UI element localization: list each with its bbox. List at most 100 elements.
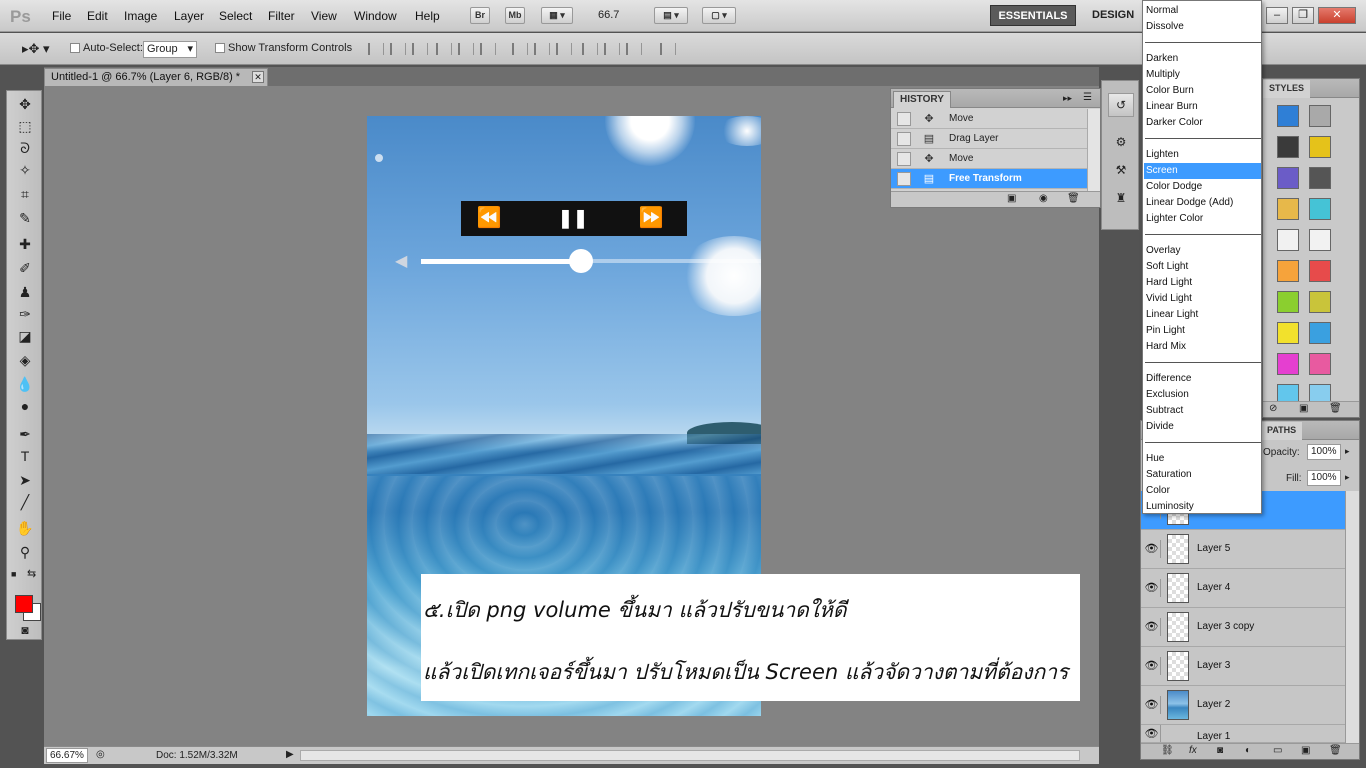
link-layers-icon[interactable]: ⛓	[1161, 745, 1174, 756]
zoom-field[interactable]: 66.67%	[46, 748, 88, 763]
visibility-eye-icon[interactable]: 👁	[1143, 657, 1161, 675]
snapshot-source-checkbox[interactable]	[897, 132, 911, 146]
layer-row[interactable]: 👁 Layer 5	[1141, 530, 1345, 569]
new-document-from-state-icon[interactable]: ▣	[1007, 193, 1016, 204]
restore-icon[interactable]: ❐	[1292, 7, 1314, 24]
blend-mode-option[interactable]: Pin Light	[1144, 323, 1261, 339]
screen-mode-button[interactable]: ▢ ▾	[702, 7, 736, 24]
distribute-right-icon[interactable]	[626, 43, 642, 55]
style-swatch[interactable]	[1309, 291, 1331, 313]
zoom-tool-icon[interactable]: ⚲	[15, 543, 35, 561]
marquee-tool-icon[interactable]: ⬚	[15, 117, 35, 135]
style-swatch[interactable]	[1309, 105, 1331, 127]
distribute-vcenter-icon[interactable]	[534, 43, 550, 55]
fast-forward-icon[interactable]: ⏩	[631, 201, 671, 236]
move-tool-icon[interactable]: ✥	[15, 95, 35, 113]
eyedropper-tool-icon[interactable]: ✎	[15, 209, 35, 227]
layer-row[interactable]: 👁 Layer 2	[1141, 686, 1345, 725]
clone-source-icon[interactable]: ♜	[1108, 187, 1134, 211]
style-swatch[interactable]	[1277, 353, 1299, 375]
blend-mode-option[interactable]: Normal	[1144, 3, 1261, 19]
history-brush-tool-icon[interactable]: ✑	[15, 305, 35, 323]
paint-bucket-tool-icon[interactable]: ◈	[15, 351, 35, 369]
menu-image[interactable]: Image	[124, 9, 157, 23]
pen-tool-icon[interactable]: ✒	[15, 425, 35, 443]
layer-row[interactable]: 👁 Layer 4	[1141, 569, 1345, 608]
layer-row[interactable]: 👁 Layer 3	[1141, 647, 1345, 686]
distribute-hcenter-icon[interactable]	[604, 43, 620, 55]
history-item[interactable]: ✥ Move	[891, 149, 1087, 169]
blend-mode-option[interactable]: Screen	[1144, 163, 1261, 179]
style-swatch[interactable]	[1277, 198, 1299, 220]
distribute-bottom-icon[interactable]	[556, 43, 572, 55]
clear-style-icon[interactable]: ⊘	[1269, 403, 1277, 414]
blend-mode-option[interactable]: Divide	[1144, 419, 1261, 435]
blur-tool-icon[interactable]: 💧	[15, 375, 35, 393]
menu-layer[interactable]: Layer	[174, 9, 204, 23]
swap-colors-icon[interactable]: ⇆	[27, 567, 36, 580]
line-tool-icon[interactable]: ╱	[15, 493, 35, 511]
blend-mode-option[interactable]: Linear Dodge (Add)	[1144, 195, 1261, 211]
foreground-color-swatch[interactable]	[15, 595, 33, 613]
style-swatch[interactable]	[1309, 136, 1331, 158]
snapshot-source-checkbox[interactable]	[897, 112, 911, 126]
distribute-top-icon[interactable]	[512, 43, 528, 55]
blend-mode-option[interactable]: Overlay	[1144, 243, 1261, 259]
trash-icon[interactable]: 🗑	[1067, 193, 1080, 204]
align-bottom-icon[interactable]	[412, 43, 428, 55]
minimize-icon[interactable]: –	[1266, 7, 1288, 24]
visibility-eye-icon[interactable]: 👁	[1143, 579, 1161, 597]
show-transform-checkbox[interactable]	[215, 43, 225, 53]
collapse-icon[interactable]: ▸▸	[1063, 93, 1072, 104]
essentials-workspace-button[interactable]: ESSENTIALS	[990, 5, 1076, 26]
new-group-icon[interactable]: ▭	[1273, 745, 1282, 756]
style-swatch[interactable]	[1277, 105, 1299, 127]
style-swatch[interactable]	[1309, 198, 1331, 220]
status-options-icon[interactable]: ◎	[96, 749, 105, 760]
healing-brush-tool-icon[interactable]: ✚	[15, 235, 35, 253]
tool-presets-icon[interactable]: ⚒	[1108, 159, 1134, 183]
blend-mode-option[interactable]: Lighten	[1144, 147, 1261, 163]
blend-mode-option[interactable]: Saturation	[1144, 467, 1261, 483]
path-selection-tool-icon[interactable]: ➤	[15, 471, 35, 489]
history-panel-icon[interactable]: ↺	[1108, 93, 1134, 117]
blend-mode-option[interactable]: Darken	[1144, 51, 1261, 67]
trash-icon[interactable]: 🗑	[1329, 745, 1342, 756]
horizontal-scrollbar[interactable]	[300, 750, 1080, 761]
new-layer-icon[interactable]: ▣	[1301, 745, 1310, 756]
blend-mode-option[interactable]: Difference	[1144, 371, 1261, 387]
distribute-left-icon[interactable]	[582, 43, 598, 55]
align-top-icon[interactable]	[368, 43, 384, 55]
visibility-eye-icon[interactable]: 👁	[1143, 540, 1161, 558]
style-swatch[interactable]	[1309, 322, 1331, 344]
auto-align-icon[interactable]	[660, 43, 676, 55]
layer-row[interactable]: 👁 Layer 1	[1141, 725, 1345, 743]
style-swatch[interactable]	[1277, 229, 1299, 251]
menu-select[interactable]: Select	[219, 9, 252, 23]
type-tool-icon[interactable]: T	[15, 447, 35, 465]
blend-mode-option[interactable]: Hue	[1144, 451, 1261, 467]
blend-mode-option[interactable]: Hard Mix	[1144, 339, 1261, 355]
visibility-eye-icon[interactable]: 👁	[1143, 696, 1161, 714]
lasso-tool-icon[interactable]: ᘐ	[15, 139, 35, 157]
rewind-icon[interactable]: ⏪	[469, 201, 509, 236]
history-item[interactable]: ✥ Move	[891, 109, 1087, 129]
close-icon[interactable]: ✕	[1318, 7, 1356, 24]
blend-mode-option[interactable]: Color Burn	[1144, 83, 1261, 99]
style-swatch[interactable]	[1277, 167, 1299, 189]
blend-mode-option[interactable]: Soft Light	[1144, 259, 1261, 275]
eraser-tool-icon[interactable]: ◪	[15, 327, 35, 345]
volume-knob[interactable]	[568, 249, 593, 273]
pause-icon[interactable]: ❚❚	[553, 201, 593, 236]
layer-row[interactable]: 👁 Layer 3 copy	[1141, 608, 1345, 647]
menu-edit[interactable]: Edit	[87, 9, 108, 23]
align-vcenter-icon[interactable]	[390, 43, 406, 55]
zoom-level[interactable]: 66.7	[598, 9, 619, 21]
opacity-arrow-icon[interactable]: ▸	[1345, 446, 1350, 457]
menu-filter[interactable]: Filter	[268, 9, 295, 23]
blend-mode-option[interactable]: Multiply	[1144, 67, 1261, 83]
visibility-eye-icon[interactable]: 👁	[1143, 725, 1161, 742]
blend-mode-option[interactable]: Vivid Light	[1144, 291, 1261, 307]
snapshot-source-checkbox[interactable]	[897, 172, 911, 186]
blend-mode-option[interactable]: Linear Light	[1144, 307, 1261, 323]
